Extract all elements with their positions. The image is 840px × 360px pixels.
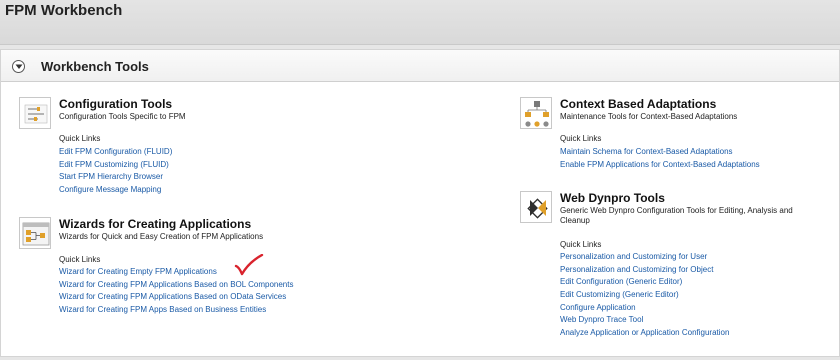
context-adaptations-links: Maintain Schema for Context-Based Adapta… bbox=[560, 146, 760, 171]
configuration-tools-icon bbox=[19, 97, 51, 129]
link-edit-customizing-generic-editor[interactable]: Edit Customizing (Generic Editor) bbox=[560, 289, 729, 302]
link-edit-fpm-customizing-fluid[interactable]: Edit FPM Customizing (FLUID) bbox=[59, 159, 172, 172]
context-adaptations-description: Maintenance Tools for Context-Based Adap… bbox=[560, 112, 738, 121]
web-dynpro-tools-description: Generic Web Dynpro Configuration Tools f… bbox=[560, 206, 793, 225]
link-wizard-business-entities[interactable]: Wizard for Creating FPM Apps Based on Bu… bbox=[59, 304, 293, 317]
web-dynpro-tools-title: Web Dynpro Tools bbox=[560, 191, 665, 205]
link-enable-fpm-applications-context-adaptations[interactable]: Enable FPM Applications for Context-Base… bbox=[560, 159, 760, 172]
wizards-title: Wizards for Creating Applications bbox=[59, 217, 252, 231]
configuration-tools-links: Edit FPM Configuration (FLUID) Edit FPM … bbox=[59, 146, 172, 197]
link-personalization-customizing-user[interactable]: Personalization and Customizing for User bbox=[560, 251, 729, 264]
link-edit-configuration-generic-editor[interactable]: Edit Configuration (Generic Editor) bbox=[560, 276, 729, 289]
chevron-down-icon[interactable] bbox=[12, 60, 25, 73]
workbench-tools-panel: Workbench Tools Configuration Tools Conf… bbox=[0, 49, 840, 357]
configuration-tools-group: Configuration Tools Configuration Tools … bbox=[19, 97, 479, 197]
web-dynpro-icon bbox=[520, 191, 552, 223]
link-personalization-customizing-object[interactable]: Personalization and Customizing for Obje… bbox=[560, 264, 729, 277]
red-checkmark-icon bbox=[234, 254, 264, 276]
link-edit-fpm-configuration-fluid[interactable]: Edit FPM Configuration (FLUID) bbox=[59, 146, 172, 159]
panel-header: Workbench Tools bbox=[1, 50, 839, 82]
wizard-icon bbox=[19, 217, 51, 249]
web-dynpro-tools-quick-links-label: Quick Links bbox=[560, 240, 602, 249]
link-web-dynpro-trace-tool[interactable]: Web Dynpro Trace Tool bbox=[560, 314, 729, 327]
configuration-tools-description: Configuration Tools Specific to FPM bbox=[59, 112, 186, 121]
wizards-quick-links-label: Quick Links bbox=[59, 255, 101, 264]
configuration-tools-quick-links-label: Quick Links bbox=[59, 134, 101, 143]
configuration-tools-title: Configuration Tools bbox=[59, 97, 173, 111]
web-dynpro-tools-group: Web Dynpro Tools Generic Web Dynpro Conf… bbox=[520, 191, 820, 341]
context-adaptations-group: Context Based Adaptations Maintenance To… bbox=[520, 97, 820, 187]
context-adaptations-title: Context Based Adaptations bbox=[560, 97, 717, 111]
hierarchy-icon bbox=[520, 97, 552, 129]
link-analyze-application-configuration[interactable]: Analyze Application or Application Confi… bbox=[560, 327, 729, 340]
wizards-description: Wizards for Quick and Easy Creation of F… bbox=[59, 232, 264, 241]
link-configure-message-mapping[interactable]: Configure Message Mapping bbox=[59, 184, 172, 197]
link-maintain-schema-context-adaptations[interactable]: Maintain Schema for Context-Based Adapta… bbox=[560, 146, 760, 159]
link-start-fpm-hierarchy-browser[interactable]: Start FPM Hierarchy Browser bbox=[59, 171, 172, 184]
context-adaptations-quick-links-label: Quick Links bbox=[560, 134, 602, 143]
panel-title: Workbench Tools bbox=[41, 59, 149, 74]
app-header: FPM Workbench bbox=[0, 0, 840, 45]
link-wizard-bol-components[interactable]: Wizard for Creating FPM Applications Bas… bbox=[59, 279, 293, 292]
link-wizard-odata-services[interactable]: Wizard for Creating FPM Applications Bas… bbox=[59, 291, 293, 304]
app-title: FPM Workbench bbox=[5, 2, 123, 19]
link-configure-application[interactable]: Configure Application bbox=[560, 302, 729, 315]
web-dynpro-tools-links: Personalization and Customizing for User… bbox=[560, 251, 729, 340]
